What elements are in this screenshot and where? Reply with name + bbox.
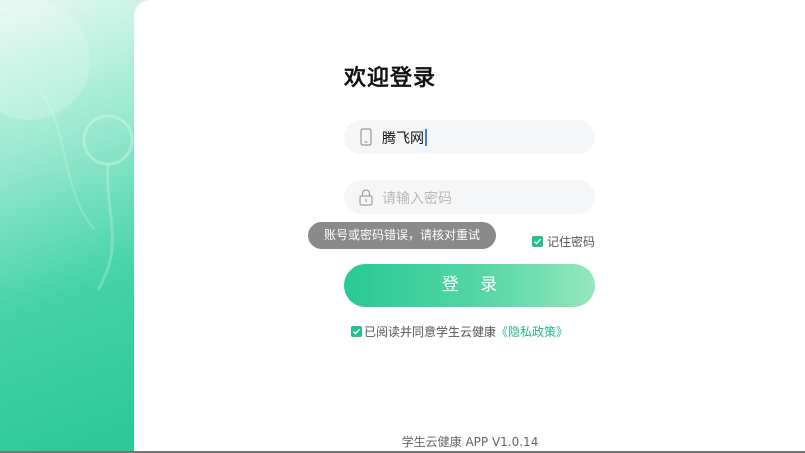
app-version: 学生云健康 APP V1.0.14 bbox=[401, 435, 539, 449]
password-input[interactable]: 请输入密码 bbox=[382, 188, 452, 208]
remember-password-checkbox[interactable]: 记住密码 bbox=[532, 231, 595, 250]
error-toast: 账号或密码错误，请核对重试 bbox=[308, 222, 496, 249]
privacy-agreement: 已阅读并同意学生云健康《隐私政策》 bbox=[351, 323, 568, 340]
username-field[interactable]: 腾飞网 bbox=[344, 120, 595, 154]
checkbox-checked-icon[interactable] bbox=[351, 326, 362, 337]
checkbox-checked-icon[interactable] bbox=[532, 236, 543, 247]
agreement-text: 已阅读并同意学生云健康 bbox=[364, 325, 497, 339]
remember-password-label: 记住密码 bbox=[547, 235, 596, 249]
lock-icon bbox=[358, 188, 374, 206]
phone-icon bbox=[358, 128, 374, 146]
page-title: 欢迎登录 bbox=[344, 66, 437, 91]
login-button[interactable]: 登 录 bbox=[344, 264, 595, 307]
text-cursor bbox=[425, 129, 427, 146]
privacy-policy-link[interactable]: 《隐私政策》 bbox=[496, 325, 568, 339]
username-input[interactable]: 腾飞网 bbox=[382, 128, 427, 148]
username-value: 腾飞网 bbox=[382, 131, 424, 147]
password-field[interactable]: 请输入密码 bbox=[344, 180, 595, 214]
